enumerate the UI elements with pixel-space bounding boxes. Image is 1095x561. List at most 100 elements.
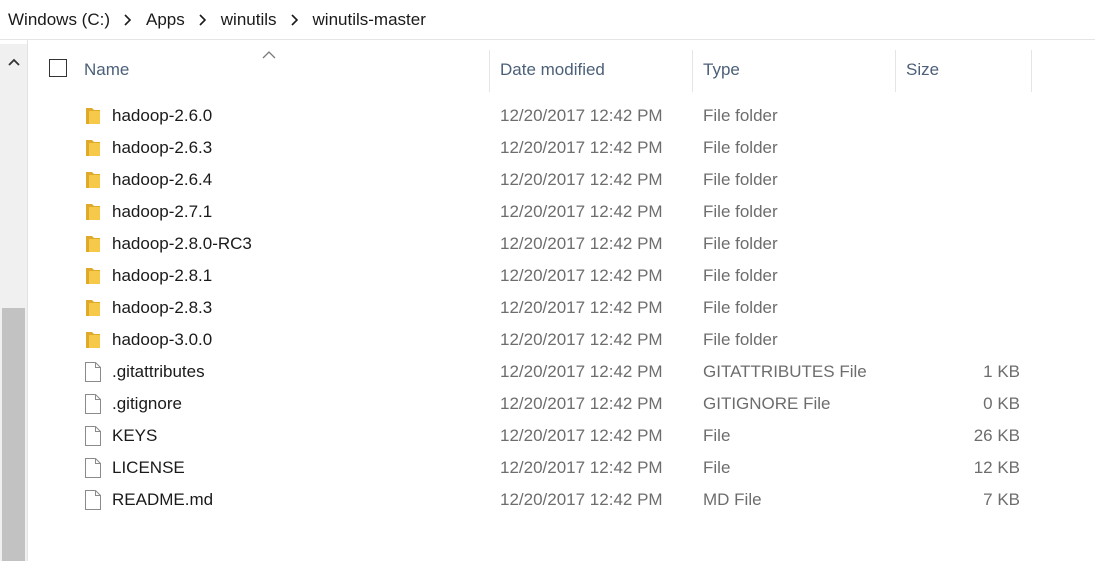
file-row[interactable]: hadoop-2.8.3 12/20/2017 12:42 PM File fold… xyxy=(28,292,1095,324)
file-row[interactable]: hadoop-2.6.0 12/20/2017 12:42 PM File fold… xyxy=(28,100,1095,132)
column-header-row: Name Date modified Type Size xyxy=(28,44,1095,96)
folder-icon xyxy=(83,297,103,319)
breadcrumb-item-drive[interactable]: Windows (C:) xyxy=(6,10,112,30)
file-size xyxy=(906,260,1020,292)
folder-icon xyxy=(83,137,103,159)
breadcrumb-item-winutils[interactable]: winutils xyxy=(219,10,279,30)
column-divider[interactable] xyxy=(489,50,490,92)
chevron-right-icon[interactable] xyxy=(118,13,136,26)
column-divider[interactable] xyxy=(895,50,896,92)
file-size xyxy=(906,100,1020,132)
file-row[interactable]: hadoop-2.6.3 12/20/2017 12:42 PM File fold… xyxy=(28,132,1095,164)
file-date-modified: 12/20/2017 12:42 PM xyxy=(500,266,663,285)
file-name: .gitattributes xyxy=(112,362,205,381)
file-type: File folder xyxy=(703,234,778,253)
file-date-modified: 12/20/2017 12:42 PM xyxy=(500,426,663,445)
file-size xyxy=(906,292,1020,324)
file-name: hadoop-2.6.0 xyxy=(112,106,213,125)
file-type: MD File xyxy=(703,490,762,509)
file-type: File xyxy=(703,426,731,445)
file-row[interactable]: hadoop-3.0.0 12/20/2017 12:42 PM File fold… xyxy=(28,324,1095,356)
file-date-modified: 12/20/2017 12:42 PM xyxy=(500,138,663,157)
file-date-modified: 12/20/2017 12:42 PM xyxy=(500,394,663,413)
file-row[interactable]: hadoop-2.6.4 12/20/2017 12:42 PM File fold… xyxy=(28,164,1095,196)
file-type: File xyxy=(703,458,731,477)
file-size: 12 KB xyxy=(973,458,1020,477)
folder-icon xyxy=(83,169,103,191)
file-explorer-window: Windows (C:) Apps winutils winutils-mast… xyxy=(0,0,1095,561)
file-icon xyxy=(83,393,103,415)
file-name: hadoop-2.6.4 xyxy=(112,170,213,189)
file-row[interactable]: hadoop-2.7.1 12/20/2017 12:42 PM File fold… xyxy=(28,196,1095,228)
folder-icon xyxy=(83,201,103,223)
file-size: 26 KB xyxy=(973,426,1020,445)
file-name: KEYS xyxy=(112,426,158,445)
file-icon xyxy=(83,457,103,479)
file-row[interactable]: .gitattributes 12/20/2017 12:42 PM GITATTR… xyxy=(28,356,1095,388)
breadcrumb-item-apps[interactable]: Apps xyxy=(144,10,187,30)
file-type: GITATTRIBUTES File xyxy=(703,362,867,381)
file-row[interactable]: LICENSE 12/20/2017 12:42 PM File 12 KB xyxy=(28,452,1095,484)
folder-icon xyxy=(83,265,103,287)
file-type: GITIGNORE File xyxy=(703,394,831,413)
file-row[interactable]: hadoop-2.8.1 12/20/2017 12:42 PM File fold… xyxy=(28,260,1095,292)
file-type: File folder xyxy=(703,138,778,157)
column-header-size[interactable]: Size xyxy=(906,44,1030,96)
file-icon xyxy=(83,361,103,383)
chevron-right-icon[interactable] xyxy=(193,13,211,26)
column-header-date-modified[interactable]: Date modified xyxy=(500,44,692,96)
file-row[interactable]: .gitignore 12/20/2017 12:42 PM GITIGNORE F… xyxy=(28,388,1095,420)
folder-icon xyxy=(83,105,103,127)
file-size xyxy=(906,228,1020,260)
file-date-modified: 12/20/2017 12:42 PM xyxy=(500,298,663,317)
file-row[interactable]: hadoop-2.8.0-RC3 12/20/2017 12:42 PM File … xyxy=(28,228,1095,260)
file-row[interactable]: KEYS 12/20/2017 12:42 PM File 26 KB xyxy=(28,420,1095,452)
scroll-up-arrow-icon[interactable] xyxy=(0,44,27,80)
file-date-modified: 12/20/2017 12:42 PM xyxy=(500,234,663,253)
file-icon xyxy=(83,425,103,447)
file-size: 7 KB xyxy=(983,490,1020,509)
file-type: File folder xyxy=(703,330,778,349)
file-date-modified: 12/20/2017 12:42 PM xyxy=(500,202,663,221)
file-type: File folder xyxy=(703,202,778,221)
folder-icon xyxy=(83,329,103,351)
file-size: 0 KB xyxy=(983,394,1020,413)
file-name: hadoop-2.6.3 xyxy=(112,138,213,157)
file-date-modified: 12/20/2017 12:42 PM xyxy=(500,458,663,477)
file-size: 1 KB xyxy=(983,362,1020,381)
chevron-right-icon[interactable] xyxy=(285,13,303,26)
file-name: LICENSE xyxy=(112,458,185,477)
file-date-modified: 12/20/2017 12:42 PM xyxy=(500,362,663,381)
breadcrumb: Windows (C:) Apps winutils winutils-mast… xyxy=(0,0,1095,40)
vertical-scrollbar[interactable] xyxy=(0,44,27,561)
file-name: .gitignore xyxy=(112,394,182,413)
scrollbar-thumb[interactable] xyxy=(2,308,25,561)
file-date-modified: 12/20/2017 12:42 PM xyxy=(500,330,663,349)
file-type: File folder xyxy=(703,106,778,125)
breadcrumb-item-winutils-master[interactable]: winutils-master xyxy=(311,10,428,30)
file-name: hadoop-3.0.0 xyxy=(112,330,213,349)
file-type: File folder xyxy=(703,266,778,285)
file-name: hadoop-2.8.0-RC3 xyxy=(112,234,252,253)
file-list: hadoop-2.6.0 12/20/2017 12:42 PM File fold… xyxy=(28,100,1095,516)
column-header-name[interactable]: Name xyxy=(84,44,489,96)
file-type: File folder xyxy=(703,298,778,317)
column-divider[interactable] xyxy=(692,50,693,92)
file-name: hadoop-2.8.3 xyxy=(112,298,213,317)
file-date-modified: 12/20/2017 12:42 PM xyxy=(500,490,663,509)
file-type: File folder xyxy=(703,170,778,189)
column-header-type[interactable]: Type xyxy=(703,44,895,96)
select-all-checkbox[interactable] xyxy=(49,59,67,77)
file-name: hadoop-2.8.1 xyxy=(112,266,213,285)
file-row[interactable]: README.md 12/20/2017 12:42 PM MD File 7 KB xyxy=(28,484,1095,516)
file-size xyxy=(906,324,1020,356)
file-name: hadoop-2.7.1 xyxy=(112,202,213,221)
file-date-modified: 12/20/2017 12:42 PM xyxy=(500,106,663,125)
file-size xyxy=(906,132,1020,164)
file-date-modified: 12/20/2017 12:42 PM xyxy=(500,170,663,189)
file-size xyxy=(906,164,1020,196)
folder-icon xyxy=(83,233,103,255)
column-divider[interactable] xyxy=(1031,50,1032,92)
file-icon xyxy=(83,489,103,511)
file-name: README.md xyxy=(112,490,214,509)
